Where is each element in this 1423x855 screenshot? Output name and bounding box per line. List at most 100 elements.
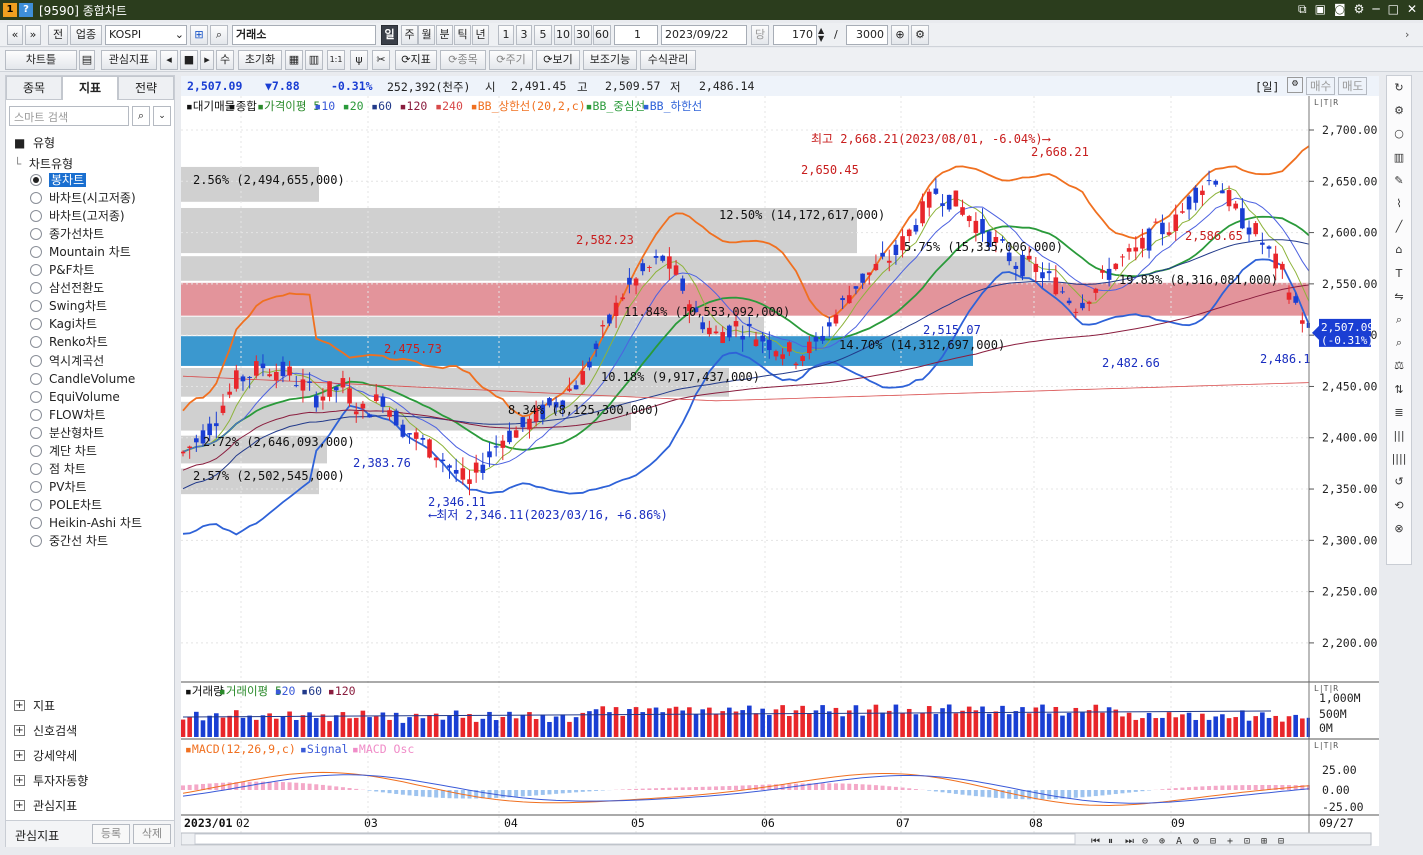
fav-indicator-button[interactable]: 관심지표 (101, 50, 157, 70)
minimize-icon[interactable]: ─ (1372, 2, 1379, 17)
candle-body[interactable] (180, 451, 186, 454)
candle-body[interactable] (333, 387, 339, 391)
radio-1[interactable] (30, 192, 42, 205)
candle-body[interactable] (187, 446, 192, 448)
candle-body[interactable] (1086, 301, 1092, 304)
period-button-3[interactable]: 분 (436, 25, 453, 45)
nav-next-button[interactable]: » (25, 25, 41, 45)
candle-body[interactable] (860, 273, 865, 283)
candle-body[interactable] (960, 207, 965, 215)
smart-search-input[interactable]: 스마트 검색 (9, 106, 129, 126)
gear-icon[interactable]: ⚙ (1391, 103, 1407, 119)
zoom-in-icon[interactable]: ⊕ (1159, 836, 1165, 847)
candle-body[interactable] (620, 297, 626, 300)
candle-body[interactable] (320, 396, 326, 401)
candle-body[interactable] (380, 396, 386, 407)
chart-type-item[interactable]: Mountain 차트 (49, 245, 131, 259)
bars-icon[interactable]: ||| (1391, 428, 1407, 444)
candle-body[interactable] (247, 376, 252, 378)
candle-body[interactable] (447, 465, 452, 468)
scissors-icon[interactable]: ✂ (372, 50, 390, 70)
candle-body[interactable] (720, 332, 725, 344)
candle-body[interactable] (893, 244, 899, 256)
chart-type-item[interactable]: CandleVolume (49, 372, 135, 386)
nav-prev-button[interactable]: « (7, 25, 23, 45)
sell-button[interactable]: 매도 (1338, 77, 1368, 95)
candle-body[interactable] (480, 464, 486, 473)
radio-20[interactable] (30, 535, 42, 547)
formula-button[interactable]: 수식관리 (640, 50, 696, 70)
tab-indicator[interactable]: 지표 (62, 76, 118, 100)
zoom-in-icon[interactable]: ⌕ (1391, 312, 1407, 328)
chart-type-item[interactable]: 봉차트 (49, 173, 87, 187)
candle-body[interactable] (527, 418, 532, 430)
candle-body[interactable] (587, 361, 592, 368)
circle-icon[interactable]: ○ (1391, 126, 1407, 142)
candle-body[interactable] (966, 216, 972, 222)
radio-0[interactable] (30, 174, 42, 186)
chart-type-item[interactable]: Swing차트 (49, 299, 107, 313)
candle-body[interactable] (833, 314, 839, 324)
candle-body[interactable] (1153, 221, 1159, 223)
macd-legend-item[interactable]: ▪MACD(12,26,9,c) (185, 742, 296, 756)
count-spinner[interactable]: ▲ ▼ (818, 27, 824, 43)
stop-icon[interactable]: ■ (180, 50, 198, 70)
lock-icon[interactable]: L|T|R (1314, 98, 1338, 107)
candle-body[interactable] (500, 440, 506, 448)
legend-item[interactable]: ▪가격이평 5 (257, 99, 320, 113)
grid-icon[interactable]: ▦ (285, 50, 303, 70)
candle-body[interactable] (926, 191, 932, 208)
interval-button-1[interactable]: 1 (498, 25, 514, 45)
volume-legend-item[interactable]: ▪60 (301, 684, 322, 698)
section-1[interactable]: + 신호검색 (14, 722, 77, 739)
buy-button[interactable]: 매수 (1306, 77, 1336, 95)
candle-body[interactable] (780, 354, 785, 359)
indicator-button[interactable]: ⟳지표 (395, 50, 437, 70)
candle-body[interactable] (1093, 288, 1099, 293)
first-icon[interactable]: ⏮ (1091, 836, 1100, 847)
candle-body[interactable] (600, 325, 606, 327)
candle-body[interactable] (653, 255, 659, 258)
candle-body[interactable] (1106, 268, 1112, 280)
candle-body[interactable] (340, 378, 346, 388)
candle-body[interactable] (360, 403, 366, 409)
candle-body[interactable] (820, 335, 825, 341)
zoom-out-icon[interactable]: ⊖ (1142, 836, 1148, 847)
candle-body[interactable] (393, 410, 399, 426)
redo-icon[interactable]: ⟲ (1391, 498, 1407, 514)
chart-type-item[interactable]: EquiVolume (49, 390, 120, 404)
candle-body[interactable] (1200, 190, 1205, 195)
chart-type-item[interactable]: Heikin-Ashi 차트 (49, 516, 142, 530)
candle-body[interactable] (453, 469, 459, 474)
link-icon[interactable]: ⧉ (1298, 2, 1307, 17)
period-button-1[interactable]: 주 (401, 25, 418, 45)
radio-2[interactable] (30, 210, 42, 223)
candle-body[interactable] (347, 388, 352, 404)
lock-icon[interactable]: L|T|R (1314, 684, 1338, 693)
candle-body[interactable] (1066, 300, 1072, 304)
interval-button-10[interactable]: 10 (554, 25, 572, 45)
chart-type-item[interactable]: POLE차트 (49, 498, 102, 512)
candle-body[interactable] (826, 322, 832, 327)
radio-15[interactable] (30, 444, 42, 457)
delete-button[interactable]: 삭제 (133, 824, 171, 844)
register-button[interactable]: 등록 (92, 824, 130, 844)
legend-item[interactable]: ▪BB_상한선(20,2,c) (471, 99, 586, 113)
chart-type-item[interactable]: P&F차트 (49, 263, 95, 277)
candle-body[interactable] (727, 325, 732, 338)
candle-body[interactable] (367, 414, 372, 418)
su-button[interactable]: 수 (216, 50, 234, 70)
candle-body[interactable] (1166, 232, 1172, 235)
candle-body[interactable] (313, 395, 319, 408)
candle-body[interactable] (1073, 311, 1079, 313)
candle-body[interactable] (1273, 253, 1278, 269)
radio-7[interactable] (30, 300, 42, 313)
count-field[interactable]: 170 (773, 25, 817, 45)
candle-body[interactable] (327, 381, 332, 397)
ratio-button[interactable]: 1:1 (327, 50, 345, 70)
candle-body[interactable] (280, 361, 286, 377)
candle-body[interactable] (253, 361, 259, 376)
volume-legend-item[interactable]: ▪거래이평 5 (219, 684, 282, 698)
candle-body[interactable] (487, 451, 492, 458)
candle-body[interactable] (880, 252, 885, 257)
